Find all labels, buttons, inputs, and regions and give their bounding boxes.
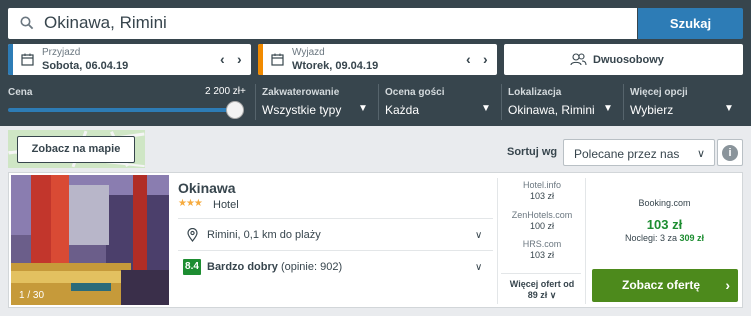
offer-site: Hotel.info	[522, 180, 562, 190]
checkin-field[interactable]: Przyjazd Sobota, 06.04.19 ‹ ›	[8, 44, 251, 75]
photo-counter: 1 / 30	[19, 290, 45, 301]
chevron-down-icon[interactable]: ▼	[724, 103, 734, 114]
calendar-icon	[271, 53, 284, 66]
price-max-value: 2 200 zł+	[205, 86, 246, 97]
hotel-location[interactable]: Rimini, 0,1 km do plaży	[207, 229, 321, 241]
search-button[interactable]: Szukaj	[638, 8, 743, 39]
offer-site: HRS.com	[522, 239, 562, 249]
best-deal-total: Noclegi: 3 za 309 zł	[589, 233, 740, 243]
more-options-label: Więcej opcji	[630, 87, 688, 98]
chevron-down-icon: ∨	[696, 148, 705, 160]
filter-divider	[623, 84, 624, 120]
location-filter-label: Lokalizacja	[508, 87, 562, 98]
price-slider-track[interactable]	[8, 108, 236, 112]
next-date-icon[interactable]: ›	[483, 51, 488, 67]
checkout-field[interactable]: Wyjazd Wtorek, 09.04.19 ‹ ›	[258, 44, 497, 75]
prev-date-icon[interactable]: ‹	[220, 51, 225, 67]
chevron-down-icon[interactable]: ∨	[475, 262, 482, 273]
price-slider-handle[interactable]	[226, 101, 244, 119]
filter-divider	[378, 84, 379, 120]
checkin-accent	[8, 44, 13, 75]
divider	[501, 273, 581, 274]
guests-icon	[570, 53, 587, 66]
divider	[585, 178, 586, 304]
guest-rating-filter-value[interactable]: Każda	[385, 103, 419, 117]
chevron-down-icon[interactable]: ▼	[481, 103, 491, 114]
view-deal-button[interactable]: Zobacz ofertę ›	[592, 269, 738, 302]
accommodation-filter-label: Zakwaterowanie	[262, 87, 340, 98]
sort-label: Sortuj wg	[507, 146, 558, 158]
destination-search-field[interactable]: Okinawa, Rimini	[8, 8, 637, 39]
more-options-value[interactable]: Wybierz	[630, 103, 673, 117]
chevron-down-icon: ∨	[549, 290, 557, 300]
rating-score-badge: 8.4	[183, 259, 201, 275]
offer-site: ZenHotels.com	[511, 210, 573, 220]
more-offers-button[interactable]: Więcej ofert od 89 zł ∨	[499, 279, 585, 301]
offer-price: 103 zł	[529, 191, 555, 201]
room-type-value: Dwuosobowy	[593, 54, 664, 66]
location-filter-value[interactable]: Okinawa, Rimini	[508, 103, 595, 117]
info-icon: i	[722, 145, 738, 161]
prev-date-icon[interactable]: ‹	[466, 51, 471, 67]
search-icon	[20, 16, 34, 30]
best-deal-site[interactable]: Booking.com	[589, 198, 740, 208]
more-offers-price: 89 zł	[527, 290, 548, 300]
next-date-icon[interactable]: ›	[237, 51, 242, 67]
nights-total: 309 zł	[679, 233, 705, 243]
divider	[497, 178, 498, 304]
destination-value: Okinawa, Rimini	[44, 13, 167, 32]
hotel-result-card: 1 / 30 Okinawa ★★★ Hotel Rimini, 0,1 km …	[8, 172, 743, 308]
star-rating: ★★★	[178, 198, 203, 209]
sort-select[interactable]: Polecane przez nas ∨	[563, 139, 715, 166]
checkout-accent	[258, 44, 263, 75]
partner-offer[interactable]: HRS.com 103 zł	[499, 239, 585, 260]
rating-reviews: (opinie: 902)	[280, 261, 343, 273]
location-pin-icon	[187, 228, 198, 242]
show-map-button[interactable]: Zobacz na mapie	[17, 136, 135, 163]
chevron-down-icon[interactable]: ▼	[358, 103, 368, 114]
chevron-down-icon[interactable]: ∨	[475, 230, 482, 241]
sort-info-button[interactable]: i	[717, 139, 743, 166]
chevron-right-icon: ›	[725, 277, 730, 293]
hotel-photo[interactable]: 1 / 30	[11, 175, 169, 305]
offer-price: 100 zł	[529, 221, 555, 231]
offer-price: 103 zł	[529, 250, 555, 260]
nights-prefix: Noclegi: 3 za	[624, 233, 677, 243]
partner-offer[interactable]: ZenHotels.com 100 zł	[499, 210, 585, 231]
checkin-value: Sobota, 06.04.19	[42, 60, 129, 72]
room-type-select[interactable]: Dwuosobowy	[504, 44, 743, 75]
more-offers-label: Więcej ofert od	[509, 279, 575, 289]
divider	[178, 218, 493, 219]
sort-value: Polecane przez nas	[574, 147, 680, 161]
rating-label: Bardzo dobry	[207, 261, 278, 273]
price-filter-label: Cena	[8, 87, 33, 98]
accommodation-filter-value[interactable]: Wszystkie typy	[262, 103, 341, 117]
accommodation-type: Hotel	[213, 199, 239, 211]
filter-divider	[501, 84, 502, 120]
rating-summary[interactable]: Bardzo dobry (opinie: 902)	[207, 261, 342, 273]
checkout-value: Wtorek, 09.04.19	[292, 60, 379, 72]
chevron-down-icon[interactable]: ▼	[603, 103, 613, 114]
search-panel: Okinawa, Rimini Szukaj Przyjazd Sobota, …	[0, 0, 751, 126]
divider	[178, 250, 493, 251]
hotel-name[interactable]: Okinawa	[178, 180, 236, 196]
view-deal-label: Zobacz ofertę	[622, 278, 701, 292]
checkin-label: Przyjazd	[42, 47, 81, 58]
calendar-icon	[21, 53, 34, 66]
filter-divider	[255, 84, 256, 120]
partner-offer[interactable]: Hotel.info 103 zł	[499, 180, 585, 201]
guest-rating-filter-label: Ocena gości	[385, 87, 445, 98]
best-deal-price[interactable]: 103 zł	[589, 217, 740, 232]
checkout-label: Wyjazd	[292, 47, 325, 58]
